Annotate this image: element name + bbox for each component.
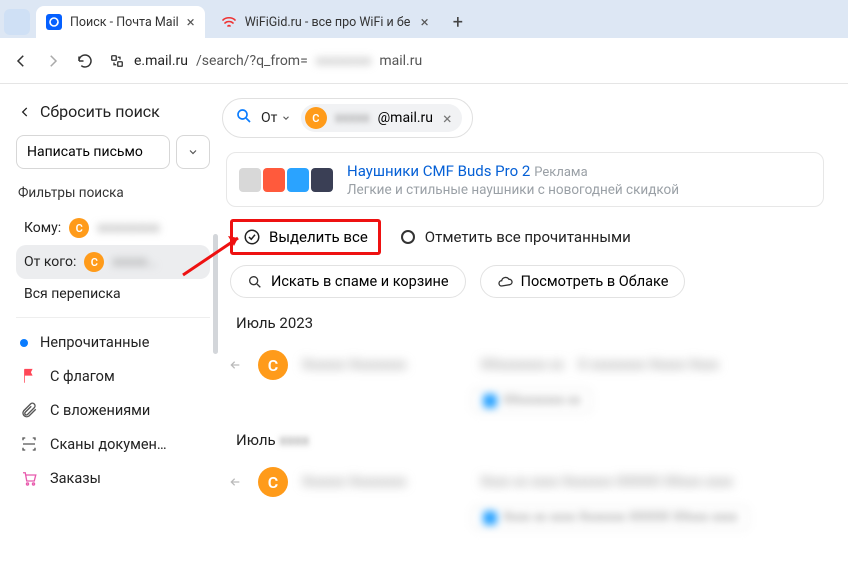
- filter-to[interactable]: Кому: С xxxxxxxxx: [16, 211, 210, 245]
- sidebar-item-unread[interactable]: Непрочитанные: [16, 326, 210, 359]
- window-control-placeholder: [4, 9, 30, 35]
- chip-label: Посмотреть в Облаке: [521, 273, 669, 290]
- mail-sender: Xxxxxx Xxxxxxxx: [302, 357, 406, 373]
- filters-header: Фильтры поиска: [16, 181, 210, 211]
- mail-subject: Xxxx xx xxxx Xxxxxxx XXXXX XXxxx xxxx: [480, 474, 733, 490]
- file-icon: [483, 394, 497, 408]
- scan-icon: [20, 435, 38, 453]
- paperclip-icon: [20, 401, 38, 419]
- sidebar-item-label: Непрочитанные: [40, 334, 150, 351]
- ad-badge: Реклама: [534, 165, 587, 180]
- check-circle-icon: [243, 228, 261, 246]
- sidebar: Сбросить поиск Написать письмо Фильтры п…: [0, 84, 218, 564]
- mark-read-label: Отметить все прочитанными: [425, 228, 631, 246]
- filter-from[interactable]: От кого: С xxxxx…: [16, 245, 210, 279]
- filter-all-thread[interactable]: Вся переписка: [16, 279, 210, 309]
- avatar-icon: С: [258, 350, 288, 380]
- month-header: Июль xxxx: [236, 431, 848, 449]
- ad-title: Наушники CMF Buds Pro 2: [347, 162, 530, 180]
- sidebar-item-label: С вложениями: [50, 402, 150, 419]
- mail-row[interactable]: С Xxxxxx Xxxxxxxx Xxxx xx xxxx Xxxxxxx X…: [222, 459, 848, 505]
- close-icon[interactable]: ×: [187, 15, 195, 30]
- search-icon: [235, 107, 253, 129]
- site-settings-icon[interactable]: [108, 52, 126, 70]
- cloud-icon: [497, 274, 513, 290]
- cart-icon: [20, 469, 38, 487]
- search-from-label: От: [261, 110, 293, 126]
- mail-subject: XXxxxxxxx xx X xxxxxxxx Xxxxx Xxxx: [480, 357, 718, 373]
- divider: [16, 317, 210, 318]
- search-from-chip[interactable]: С xxxxx @mail.ru ×: [301, 104, 462, 132]
- compose-button[interactable]: Написать письмо: [16, 135, 170, 169]
- sidebar-item-label: С флагом: [50, 368, 115, 385]
- search-pill[interactable]: От С xxxxx @mail.ru ×: [222, 98, 473, 138]
- filter-to-value: xxxxxxxxx: [97, 220, 160, 236]
- attachment-pill[interactable]: XXxxxxxxx xx: [472, 388, 592, 413]
- new-tab-button[interactable]: +: [445, 12, 471, 33]
- url-redacted: xxxxxxxx: [316, 53, 372, 69]
- ad-thumbnails: [239, 168, 333, 192]
- flag-icon: [20, 367, 38, 385]
- ad-card[interactable]: Наушники CMF Buds Pro 2 Реклама Легкие и …: [226, 152, 824, 207]
- chip-redacted: xxxxx: [335, 110, 370, 126]
- reply-icon: [228, 357, 244, 373]
- view-in-cloud-button[interactable]: Посмотреть в Облаке: [480, 265, 686, 298]
- close-icon[interactable]: ×: [421, 15, 429, 30]
- sidebar-item-orders[interactable]: Заказы: [16, 461, 210, 495]
- filter-from-label: От кого:: [24, 254, 76, 270]
- url-suffix: mail.ru: [379, 53, 422, 69]
- attachment-name: Xxxx xx xxxx Xxxxxxx XXXXX XXxxx xxxx: [503, 510, 738, 525]
- sidebar-item-label: Сканы докумен…: [50, 436, 167, 453]
- avatar-icon: С: [84, 252, 104, 272]
- filter-from-value: xxxxx…: [112, 254, 156, 270]
- file-icon: [483, 511, 497, 525]
- sidebar-item-scans[interactable]: Сканы докумен…: [16, 427, 210, 461]
- main-pane: От С xxxxx @mail.ru × Наушники CMF Buds P…: [218, 84, 848, 564]
- reset-search-button[interactable]: Сбросить поиск: [16, 94, 210, 135]
- reload-icon[interactable]: [76, 52, 94, 70]
- sidebar-item-flagged[interactable]: С флагом: [16, 359, 210, 393]
- forward-icon[interactable]: [44, 52, 62, 70]
- attachment-pill[interactable]: Xxxx xx xxxx Xxxxxxx XXXXX XXxxx xxxx: [472, 505, 749, 530]
- tab-label: WiFiGid.ru - все про WiFi и бе: [245, 15, 413, 30]
- unread-dot-icon: [20, 339, 28, 347]
- back-icon[interactable]: [12, 52, 30, 70]
- select-all-label: Выделить все: [269, 228, 368, 246]
- month-header: Июль 2023: [236, 314, 848, 332]
- filter-to-label: Кому:: [24, 220, 61, 236]
- url-box[interactable]: e.mail.ru/search/?q_from= xxxxxxxx mail.ru: [108, 52, 836, 70]
- select-all-button[interactable]: Выделить все: [230, 219, 381, 255]
- ad-subtitle: Легкие и стильные наушники с новогодней …: [347, 182, 679, 198]
- avatar-icon: С: [69, 218, 89, 238]
- chip-label: Искать в спаме и корзине: [271, 273, 449, 290]
- chip-remove-icon[interactable]: ×: [441, 109, 452, 128]
- url-path: /search/?q_from=: [196, 53, 308, 69]
- attachment-name: XXxxxxxxx xx: [503, 393, 581, 408]
- avatar-icon: С: [258, 467, 288, 497]
- mark-all-read-button[interactable]: Отметить все прочитанными: [401, 228, 631, 246]
- sidebar-item-label: Заказы: [50, 470, 101, 487]
- tabs-bar: Поиск - Почта Mail × WiFiGid.ru - все пр…: [0, 0, 848, 38]
- tab-label: Поиск - Почта Mail: [70, 15, 179, 30]
- circle-icon: [401, 230, 415, 244]
- wifi-favicon-icon: [221, 14, 237, 30]
- compose-dropdown[interactable]: [176, 135, 210, 169]
- reset-search-label: Сбросить поиск: [40, 102, 160, 121]
- mailru-favicon-icon: [46, 14, 62, 30]
- tab-wifigid[interactable]: WiFiGid.ru - все про WiFi и бе ×: [211, 6, 439, 38]
- address-bar: e.mail.ru/search/?q_from= xxxxxxxx mail.ru: [0, 38, 848, 84]
- reply-icon: [228, 474, 244, 490]
- tab-mail-search[interactable]: Поиск - Почта Mail ×: [36, 6, 205, 38]
- sidebar-item-attachments[interactable]: С вложениями: [16, 393, 210, 427]
- search-spam-trash-button[interactable]: Искать в спаме и корзине: [230, 265, 466, 298]
- chip-email: @mail.ru: [378, 110, 433, 126]
- mail-row[interactable]: С Xxxxxx Xxxxxxxx XXxxxxxxx xx X xxxxxxx…: [222, 342, 848, 388]
- url-host: e.mail.ru: [134, 53, 188, 69]
- mail-sender: Xxxxxx Xxxxxxxx: [302, 474, 406, 490]
- filter-all-thread-label: Вся переписка: [24, 286, 121, 302]
- avatar-icon: С: [305, 107, 327, 129]
- search-icon: [247, 274, 263, 290]
